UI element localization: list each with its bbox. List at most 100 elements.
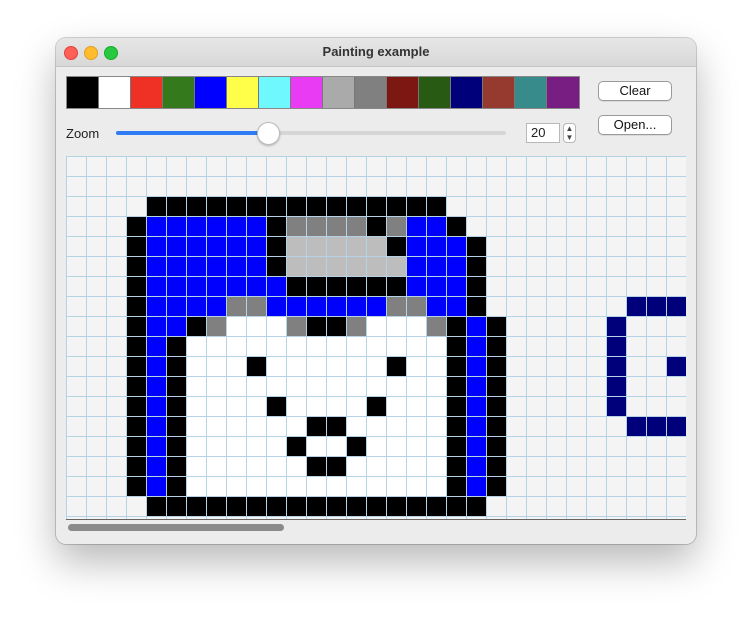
- pixel: [406, 496, 426, 516]
- pixel: [386, 396, 406, 416]
- color-swatch-13[interactable]: [451, 77, 483, 108]
- pixel: [426, 236, 446, 256]
- pixel: [306, 496, 326, 516]
- pixel: [366, 356, 386, 376]
- color-swatch-10[interactable]: [355, 77, 387, 108]
- pixel: [386, 436, 406, 456]
- pixel: [266, 336, 286, 356]
- pixel: [366, 316, 386, 336]
- pixel: [346, 416, 366, 436]
- pixel: [306, 356, 326, 376]
- pixel: [406, 456, 426, 476]
- color-swatch-2[interactable]: [99, 77, 131, 108]
- pixel: [366, 416, 386, 436]
- pixel: [426, 336, 446, 356]
- pixel: [386, 476, 406, 496]
- pixel: [466, 276, 486, 296]
- pixel: [226, 436, 246, 456]
- pixel: [286, 236, 306, 256]
- pixel: [226, 256, 246, 276]
- pixel: [386, 296, 406, 316]
- pixel: [486, 336, 506, 356]
- pixel: [266, 316, 286, 336]
- color-swatch-15[interactable]: [515, 77, 547, 108]
- pixel: [186, 396, 206, 416]
- pixel: [126, 216, 146, 236]
- color-swatch-11[interactable]: [387, 77, 419, 108]
- color-swatch-6[interactable]: [227, 77, 259, 108]
- color-swatch-3[interactable]: [131, 77, 163, 108]
- pixel: [306, 336, 326, 356]
- pixel: [206, 336, 226, 356]
- pixel: [166, 316, 186, 336]
- horizontal-scrollbar[interactable]: [66, 520, 686, 534]
- pixel: [286, 276, 306, 296]
- pixel: [446, 496, 466, 516]
- pixel: [146, 276, 166, 296]
- pixel: [666, 416, 686, 436]
- pixel-canvas[interactable]: [66, 156, 686, 519]
- color-swatch-1[interactable]: [67, 77, 99, 108]
- color-swatch-7[interactable]: [259, 77, 291, 108]
- pixel: [346, 256, 366, 276]
- pixel: [206, 396, 226, 416]
- pixel: [246, 216, 266, 236]
- open-button[interactable]: Open...: [598, 115, 672, 135]
- pixel: [426, 356, 446, 376]
- pixel: [166, 416, 186, 436]
- pixel: [326, 496, 346, 516]
- zoom-value-field[interactable]: 20: [526, 123, 560, 143]
- pixel: [366, 276, 386, 296]
- chevron-down-icon[interactable]: ▼: [564, 133, 575, 142]
- pixel: [266, 276, 286, 296]
- color-swatch-16[interactable]: [547, 77, 579, 108]
- pixel: [266, 216, 286, 236]
- pixel: [186, 336, 206, 356]
- pixel: [446, 236, 466, 256]
- zoom-slider[interactable]: [116, 122, 506, 145]
- pixel: [186, 276, 206, 296]
- pixel: [266, 356, 286, 376]
- pixel: [406, 476, 426, 496]
- clear-button[interactable]: Clear: [598, 81, 672, 101]
- title-bar: Painting example: [56, 38, 696, 67]
- zoom-slider-knob[interactable]: [257, 122, 281, 145]
- chevron-up-icon[interactable]: ▲: [564, 124, 575, 133]
- pixel: [486, 396, 506, 416]
- pixel: [226, 396, 246, 416]
- color-swatch-9[interactable]: [323, 77, 355, 108]
- pixel: [166, 256, 186, 276]
- color-swatch-14[interactable]: [483, 77, 515, 108]
- scrollbar-thumb[interactable]: [68, 524, 284, 531]
- zoom-stepper[interactable]: ▲ ▼: [563, 123, 576, 143]
- pixel: [386, 336, 406, 356]
- pixel: [366, 216, 386, 236]
- pixel: [186, 376, 206, 396]
- color-swatch-12[interactable]: [419, 77, 451, 108]
- pixel: [226, 496, 246, 516]
- color-swatch-4[interactable]: [163, 77, 195, 108]
- pixel: [186, 496, 206, 516]
- pixel: [286, 376, 306, 396]
- color-swatch-5[interactable]: [195, 77, 227, 108]
- pixel: [366, 456, 386, 476]
- pixel: [386, 416, 406, 436]
- pixel: [666, 356, 686, 376]
- pixel: [166, 456, 186, 476]
- pixel: [146, 216, 166, 236]
- pixel: [306, 376, 326, 396]
- pixel: [326, 196, 346, 216]
- pixel: [466, 296, 486, 316]
- paint-canvas-viewport[interactable]: [66, 156, 686, 520]
- pixel: [446, 216, 466, 236]
- pixel: [446, 336, 466, 356]
- pixel: [266, 296, 286, 316]
- pixel: [206, 296, 226, 316]
- pixel: [386, 196, 406, 216]
- pixel: [146, 396, 166, 416]
- pixel: [346, 496, 366, 516]
- color-swatch-8[interactable]: [291, 77, 323, 108]
- pixel: [326, 236, 346, 256]
- pixel: [626, 416, 646, 436]
- pixel: [426, 476, 446, 496]
